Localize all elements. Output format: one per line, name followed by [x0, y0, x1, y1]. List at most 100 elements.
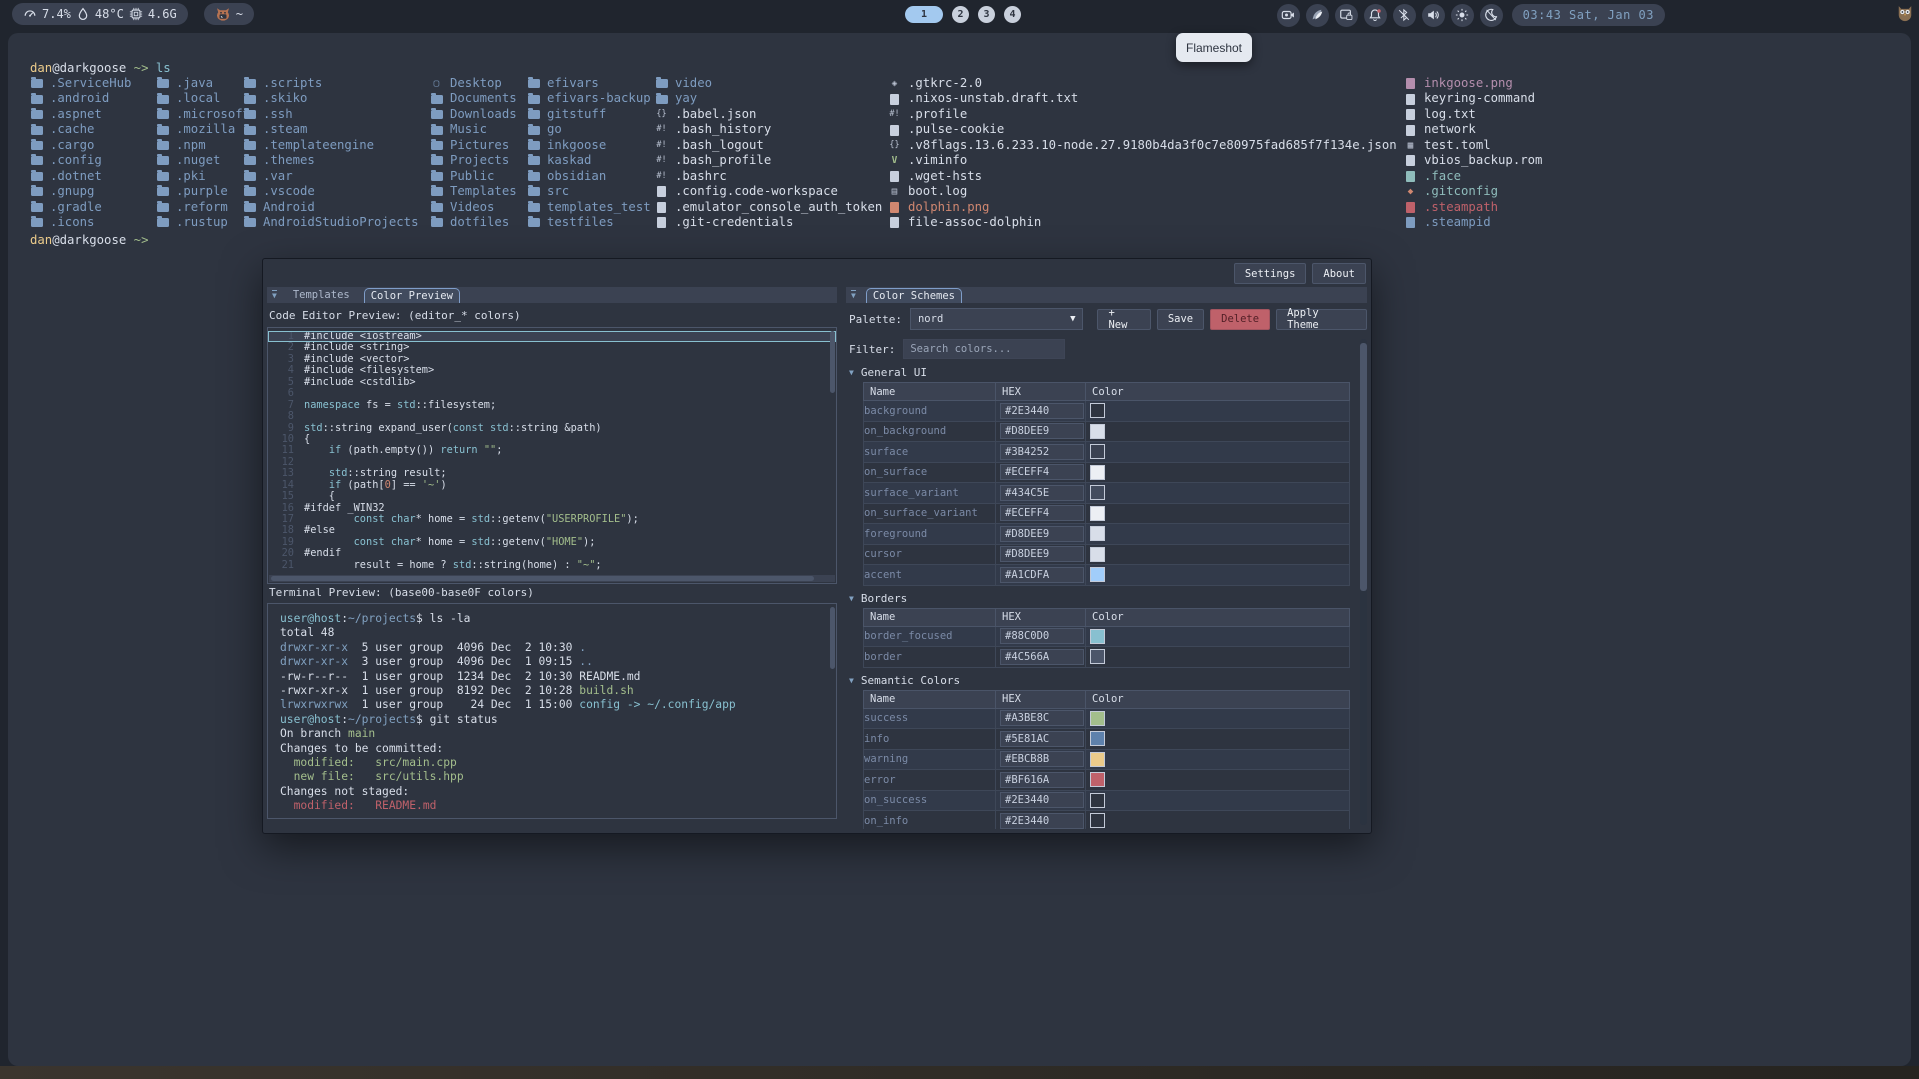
hex-input[interactable]: #434C5E [1000, 485, 1084, 501]
color-swatch[interactable] [1090, 485, 1105, 500]
color-swatch[interactable] [1090, 465, 1105, 480]
folder-file-icon [655, 95, 668, 104]
settings-button[interactable]: Settings [1234, 263, 1307, 284]
color-swatch[interactable] [1090, 547, 1105, 562]
screenshot-lock-icon[interactable] [1335, 4, 1358, 27]
hex-input[interactable]: #D8DEE9 [1000, 546, 1084, 562]
file-name: .reform [176, 200, 228, 215]
filter-input[interactable] [903, 339, 1065, 359]
file-name: .scripts [263, 76, 322, 91]
file-name: keyring-command [1424, 91, 1535, 106]
column-header: Name [864, 608, 996, 626]
shell-prompt-2: dan@darkgoose ~> [30, 233, 148, 248]
color-swatch[interactable] [1090, 731, 1105, 746]
section-header[interactable]: ▼Borders [849, 592, 1357, 605]
file-entry: {}.babel.json [655, 107, 882, 122]
folder-file-icon [430, 156, 443, 165]
color-swatch[interactable] [1090, 793, 1105, 808]
color-swatch[interactable] [1090, 711, 1105, 726]
collapse-triangle-icon[interactable]: ▼ [849, 594, 854, 603]
workspace-4[interactable]: 4 [1004, 6, 1021, 23]
hex-input[interactable]: #A1CDFA [1000, 567, 1084, 583]
code-vertical-scrollbar[interactable] [829, 329, 835, 574]
folder-file-icon [527, 187, 540, 196]
color-table: NameHEXColorbackground#2E3440on_backgrou… [863, 382, 1350, 586]
workspace-3[interactable]: 3 [978, 6, 995, 23]
color-swatch[interactable] [1090, 813, 1105, 828]
shell-prompt: dan@darkgoose ~> ls [30, 61, 171, 76]
image-file-icon [888, 202, 901, 213]
volume-icon[interactable] [1422, 4, 1445, 27]
hex-input[interactable]: #3B4252 [1000, 444, 1084, 460]
bluetooth-off-icon[interactable] [1393, 4, 1416, 27]
about-button[interactable]: About [1312, 263, 1366, 284]
hex-input[interactable]: #2E3440 [1000, 813, 1084, 829]
color-swatch[interactable] [1090, 752, 1105, 767]
hex-input[interactable]: #D8DEE9 [1000, 423, 1084, 439]
delete-button[interactable]: Delete [1210, 309, 1270, 330]
save-button[interactable]: Save [1157, 309, 1204, 330]
hex-input[interactable]: #5E81AC [1000, 731, 1084, 747]
screen-record-icon[interactable] [1277, 4, 1300, 27]
file-name: yay [675, 91, 697, 106]
palette-select[interactable]: nord ▼ [910, 308, 1084, 330]
hex-input[interactable]: #2E3440 [1000, 792, 1084, 808]
color-row: surface_variant#434C5E [864, 483, 1350, 504]
tab-color-schemes[interactable]: Color Schemes [866, 288, 962, 303]
collapse-panel-icon[interactable]: ▼ [272, 290, 277, 300]
file-column: .ServiceHub.android.aspnet.cache.cargo.c… [30, 76, 131, 230]
color-swatch[interactable] [1090, 567, 1105, 582]
terminal-line: drwxr-xr-x 3 user group 4096 Dec 1 09:15… [280, 655, 836, 669]
notifications-bell-icon[interactable] [1364, 4, 1387, 27]
hex-input[interactable]: #4C566A [1000, 649, 1084, 665]
file-name: Templates [450, 184, 517, 199]
color-swatch[interactable] [1090, 403, 1105, 418]
collapse-panel-icon[interactable]: ▼ [851, 290, 856, 300]
file-name: .steampath [1424, 200, 1498, 215]
color-swatch[interactable] [1090, 506, 1105, 521]
tab-templates[interactable]: Templates [287, 288, 356, 303]
section-header[interactable]: ▼Semantic Colors [849, 674, 1357, 687]
color-swatch[interactable] [1090, 424, 1105, 439]
code-horizontal-scrollbar[interactable] [269, 575, 835, 582]
new-button[interactable]: + New [1097, 309, 1150, 330]
color-row: on_surface#ECEFF4 [864, 462, 1350, 483]
night-light-icon[interactable] [1480, 4, 1503, 27]
tab-color-preview[interactable]: Color Preview [364, 288, 460, 303]
flameshot-feather-icon[interactable] [1306, 4, 1329, 27]
editor-preview-title: Code Editor Preview: (editor_* colors) [269, 309, 837, 322]
section-title: General UI [861, 366, 927, 379]
hex-input[interactable]: #D8DEE9 [1000, 526, 1084, 542]
color-row: surface#3B4252 [864, 442, 1350, 463]
hex-input[interactable]: #BF616A [1000, 772, 1084, 788]
color-swatch[interactable] [1090, 444, 1105, 459]
hex-input[interactable]: #88C0D0 [1000, 628, 1084, 644]
collapse-triangle-icon[interactable]: ▼ [849, 676, 854, 685]
hex-input[interactable]: #A3BE8C [1000, 710, 1084, 726]
file-entry: .face [1404, 169, 1542, 184]
hex-input[interactable]: #EBCB8B [1000, 751, 1084, 767]
terminal-vertical-scrollbar[interactable] [829, 605, 835, 816]
workspace-1[interactable]: 1 [905, 6, 943, 23]
system-stats-pill[interactable]: 7.4% 48°C 4.6G [12, 3, 188, 25]
code-line: 5#include <cstdlib> [268, 377, 836, 388]
clock[interactable]: 03:43 Sat, Jan 03 [1512, 4, 1665, 26]
brightness-sun-icon[interactable] [1451, 4, 1474, 27]
workspace-2[interactable]: 2 [952, 6, 969, 23]
color-swatch[interactable] [1090, 629, 1105, 644]
section-header[interactable]: ▼ General UI [849, 366, 1357, 379]
hex-input[interactable]: #ECEFF4 [1000, 464, 1084, 480]
owl-tray-icon[interactable] [1895, 3, 1915, 27]
hex-input[interactable]: #ECEFF4 [1000, 505, 1084, 521]
file-entry: .emulator_console_auth_token [655, 200, 882, 215]
terminal-app-pill[interactable]: ~ [204, 3, 254, 25]
hex-input[interactable]: #2E3440 [1000, 403, 1084, 419]
color-swatch[interactable] [1090, 526, 1105, 541]
panel-scrollbar[interactable] [1360, 339, 1367, 825]
collapse-triangle-icon[interactable]: ▼ [849, 368, 854, 377]
folder-file-icon [156, 203, 169, 212]
file-entry: efivars [527, 76, 651, 91]
apply-theme-button[interactable]: Apply Theme [1276, 309, 1367, 330]
color-swatch[interactable] [1090, 649, 1105, 664]
color-swatch[interactable] [1090, 772, 1105, 787]
